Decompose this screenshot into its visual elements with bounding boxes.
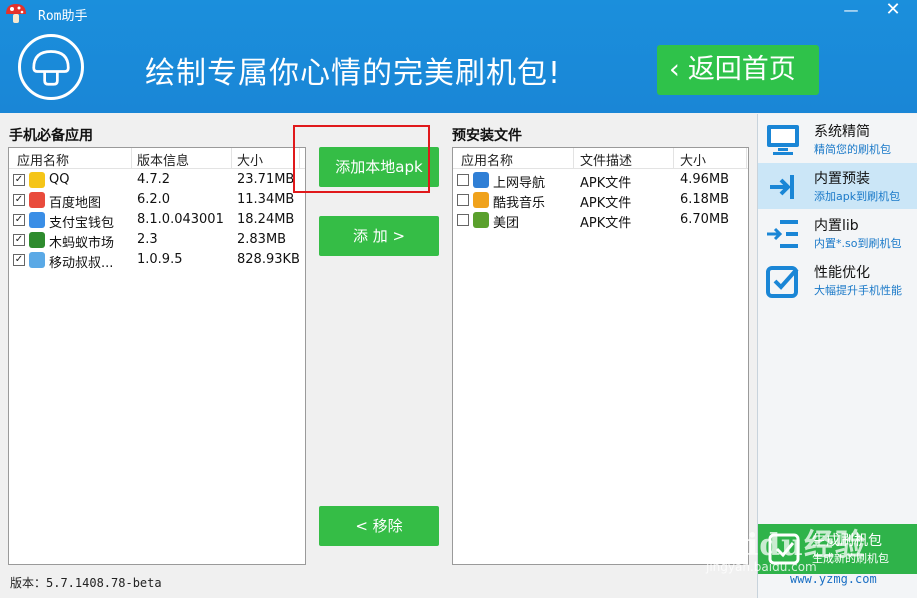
column-header-size[interactable]: 大小 <box>237 150 263 169</box>
list-item[interactable]: 美团 APK文件 6.70MB <box>453 210 748 231</box>
app-name: 木蚂蚁市场 <box>49 236 115 251</box>
app-name: 支付宝钱包 <box>49 216 115 231</box>
app-version: 4.7.2 <box>137 172 171 187</box>
close-button[interactable]: ✕ <box>878 0 908 22</box>
app-name: QQ <box>49 172 70 187</box>
file-size: 6.70MB <box>680 212 730 227</box>
app-version: 6.2.0 <box>137 192 171 207</box>
list-item[interactable]: 酷我音乐 APK文件 6.18MB <box>453 190 748 211</box>
file-name: 美团 <box>493 216 520 231</box>
row-checkbox[interactable]: ✓ <box>13 234 25 246</box>
app-size: 2.83MB <box>237 232 287 247</box>
preinstall-files-list: 应用名称 文件描述 大小 上网导航 APK文件 4.96MB 酷我音乐 APK文件 6.1… <box>452 147 749 565</box>
add-button[interactable]: 添 加 > <box>319 216 439 256</box>
back-home-label: 返回首页 <box>687 54 796 85</box>
file-name: 上网导航 <box>493 176 546 191</box>
kuwo-icon <box>473 192 489 208</box>
highlight-box <box>293 125 430 193</box>
mushroom-logo-icon <box>6 4 26 23</box>
remove-button[interactable]: < 移除 <box>319 506 439 546</box>
column-header-size[interactable]: 大小 <box>680 150 706 169</box>
file-description: APK文件 <box>580 176 632 191</box>
file-size: 6.18MB <box>680 192 730 207</box>
app-version: 8.1.0.043001 <box>137 212 224 227</box>
side-menu-item[interactable]: 性能优化大幅提升手机性能 <box>758 257 917 303</box>
checkbox-icon <box>766 266 799 298</box>
side-menu-item[interactable]: 内置lib 内置*.so到刷机包 <box>758 210 917 256</box>
app-size: 828.93KB <box>237 252 300 267</box>
essential-apps-list: 应用名称 版本信息 大小 ✓ QQ 4.7.2 23.71MB ✓ 百度地图 6.2.0 11… <box>8 147 306 565</box>
app-size: 18.24MB <box>237 212 295 227</box>
nav-icon <box>473 172 489 188</box>
row-checkbox[interactable] <box>457 194 469 206</box>
side-menu-title: 性能优化 <box>814 265 870 281</box>
list-item[interactable]: 上网导航 APK文件 4.96MB <box>453 170 748 191</box>
side-menu-subtitle: 精简您的刷机包 <box>814 143 891 156</box>
file-description: APK文件 <box>580 216 632 231</box>
app-size: 23.71MB <box>237 172 295 187</box>
banner-slogan: 绘制专属你心情的完美刷机包! <box>145 56 562 91</box>
uncle-icon <box>29 252 45 268</box>
left-panel-title: 手机必备应用 <box>9 128 93 144</box>
side-menu-item[interactable]: 内置预装添加apk到刷机包 <box>758 163 917 209</box>
row-checkbox[interactable]: ✓ <box>13 254 25 266</box>
import-icon <box>766 171 800 203</box>
baidu-map-icon <box>29 192 45 208</box>
alipay-icon <box>29 212 45 228</box>
column-header-desc[interactable]: 文件描述 <box>580 150 632 169</box>
side-menu-title: 系统精简 <box>814 124 870 140</box>
row-checkbox[interactable] <box>457 174 469 186</box>
side-menu-subtitle: 内置*.so到刷机包 <box>814 237 902 250</box>
monitor-icon <box>767 125 799 155</box>
list-item[interactable]: ✓ 支付宝钱包 8.1.0.043001 18.24MB <box>9 210 305 231</box>
header-banner: Rom助手 — ✕ 绘制专属你心情的完美刷机包! ‹ 返回首页 <box>0 0 917 113</box>
app-name: 移动叔叔... <box>49 256 114 271</box>
side-menu-subtitle: 添加apk到刷机包 <box>814 190 901 203</box>
app-name: 百度地图 <box>49 196 102 211</box>
right-panel-title: 预安装文件 <box>452 128 522 144</box>
mushroom-outline-icon <box>18 34 84 100</box>
column-header-name[interactable]: 应用名称 <box>461 150 513 169</box>
row-checkbox[interactable] <box>457 214 469 226</box>
qq-icon <box>29 172 45 188</box>
row-checkbox[interactable]: ✓ <box>13 174 25 186</box>
chevron-left-icon: ‹ <box>669 54 680 85</box>
list-header: 应用名称 文件描述 大小 <box>453 148 748 169</box>
website-link[interactable]: www.yzmg.com <box>790 572 877 586</box>
mumayi-icon <box>29 232 45 248</box>
list-item[interactable]: ✓ QQ 4.7.2 23.71MB <box>9 170 305 190</box>
list-item[interactable]: ✓ 百度地图 6.2.0 11.34MB <box>9 190 305 211</box>
version-label: 版本：5.7.1408.78-beta <box>10 576 162 590</box>
window-title: Rom助手 <box>38 9 88 24</box>
side-menu-title: 内置lib <box>814 218 859 234</box>
side-menu-item[interactable]: 系统精简精简您的刷机包 <box>758 116 917 162</box>
title-bar: Rom助手 — ✕ <box>0 0 917 28</box>
file-name: 酷我音乐 <box>493 196 546 211</box>
meituan-icon <box>473 212 489 228</box>
side-menu-title: 内置预装 <box>814 171 870 187</box>
list-import-icon <box>767 220 798 248</box>
back-home-button[interactable]: ‹ 返回首页 <box>657 45 819 95</box>
app-size: 11.34MB <box>237 192 295 207</box>
row-checkbox[interactable]: ✓ <box>13 214 25 226</box>
list-item[interactable]: ✓ 木蚂蚁市场 2.3 2.83MB <box>9 230 305 251</box>
column-header-version[interactable]: 版本信息 <box>137 150 189 169</box>
app-version: 1.0.9.5 <box>137 252 183 267</box>
side-menu-subtitle: 大幅提升手机性能 <box>814 284 902 297</box>
minimize-button[interactable]: — <box>836 0 866 22</box>
file-size: 4.96MB <box>680 172 730 187</box>
baidu-watermark: Baidu经验 <box>700 528 866 563</box>
column-header-name[interactable]: 应用名称 <box>17 150 69 169</box>
list-item[interactable]: ✓ 移动叔叔... 1.0.9.5 828.93KB <box>9 250 305 271</box>
app-version: 2.3 <box>137 232 158 247</box>
row-checkbox[interactable]: ✓ <box>13 194 25 206</box>
list-header: 应用名称 版本信息 大小 <box>9 148 305 169</box>
file-description: APK文件 <box>580 196 632 211</box>
